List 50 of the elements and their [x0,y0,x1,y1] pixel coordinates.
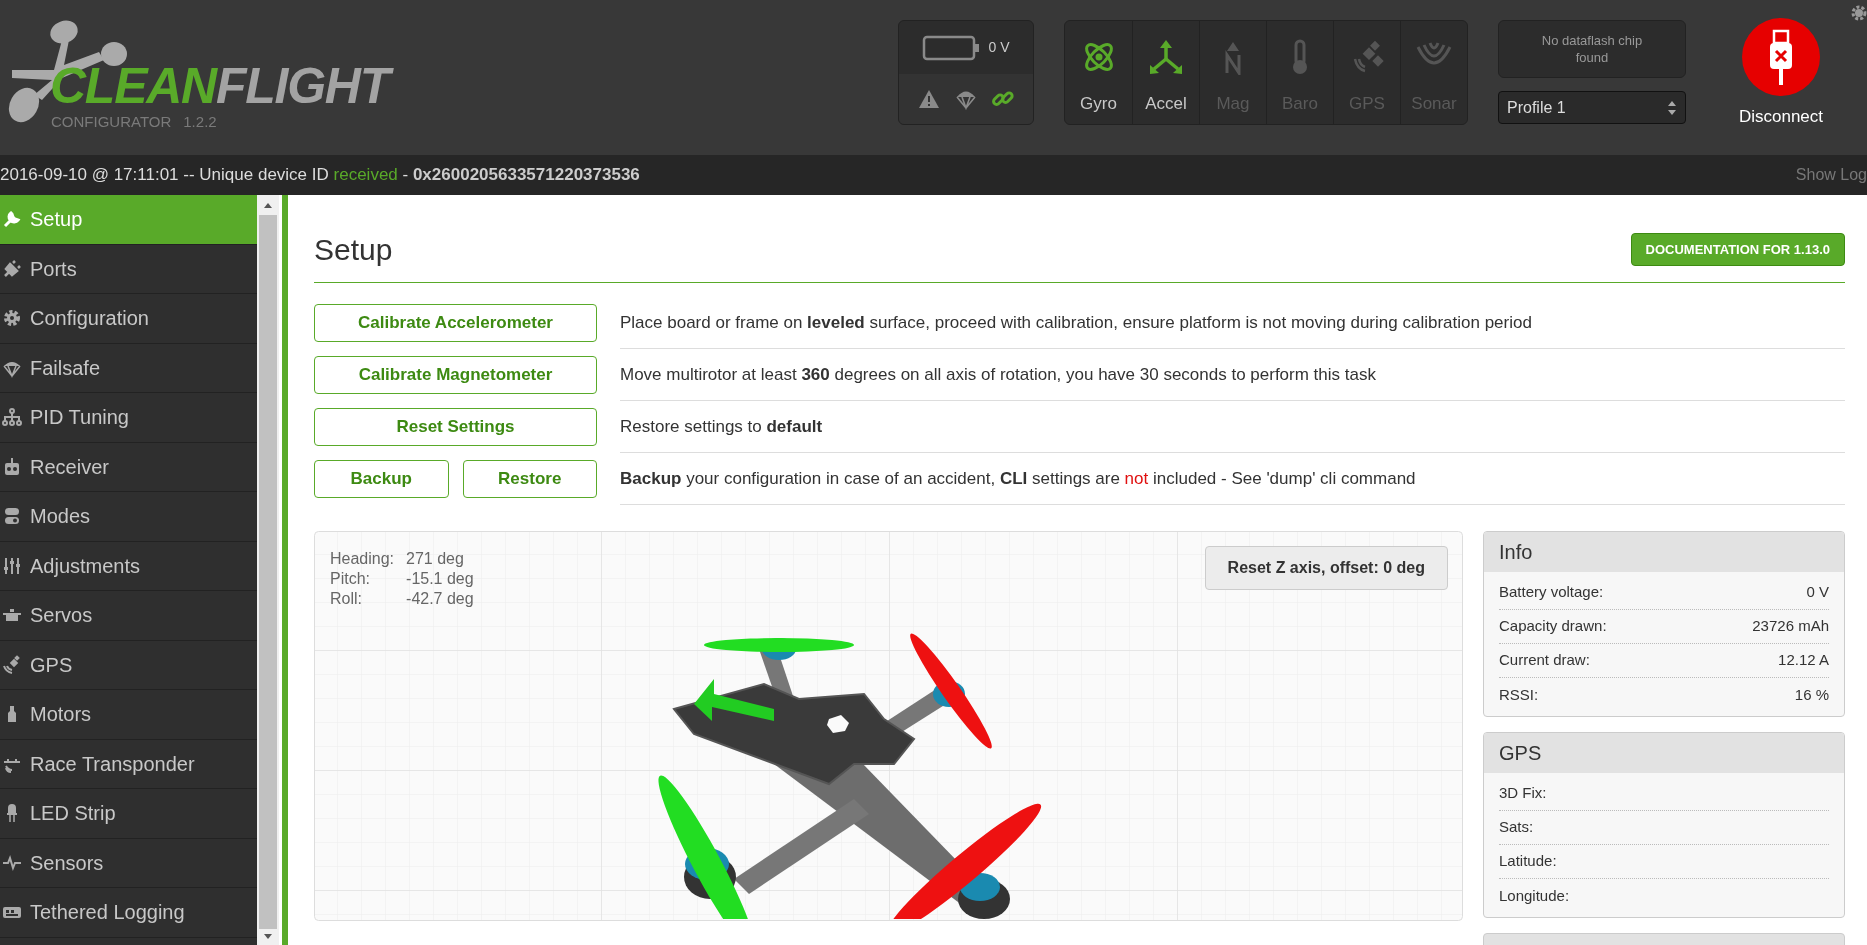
settings-icon [1851,5,1867,21]
action-button[interactable]: Calibrate Magnetometer [314,356,597,394]
info-value: 23726 mAh [1752,616,1829,637]
attitude-value: 271 deg [406,549,465,569]
up-down-caret-icon [1667,99,1677,116]
scroll-down-icon [263,933,273,941]
info-value: 16 % [1794,684,1829,705]
disconnect-button[interactable]: Disconnect [1726,18,1836,130]
reset-z-axis-button[interactable]: Reset Z axis, offset: 0 deg [1204,546,1448,590]
info-label: Capacity drawn: [1499,616,1607,637]
attitude-label: Roll: [330,589,363,609]
action-button[interactable]: Reset Settings [314,408,597,446]
info-label: Longitude: [1499,885,1570,906]
dataflash-status: No dataflash chip found [1498,20,1686,78]
info-label: 3D Fix: [1499,783,1547,804]
action-description: Place board or frame on leveled surface, proceed with calibration, ensure platform is not moving during calibration period [620,297,1845,349]
battery-icon [922,34,981,61]
info-label: RSSI: [1499,684,1539,705]
scroll-up-icon [263,201,273,209]
sliders-icon [2,555,22,576]
action-description: Restore settings to default [620,401,1845,453]
attitude-label: Heading: [330,549,395,569]
attitude-value: -15.1 deg [406,569,474,589]
panel-title: GPS [1484,733,1844,773]
profile-select[interactable]: Profile 1 [1498,91,1686,124]
attitude-label: Pitch: [330,569,371,589]
action-button[interactable]: Backup [314,460,449,498]
sensor-label: Gyro [1080,92,1117,115]
info-label: Sats: [1499,817,1534,838]
sensor-label: Accel [1145,92,1187,115]
info-value: 0 V [1806,582,1829,603]
action-button[interactable]: Restore [462,460,597,498]
hierarchy-icon [2,407,22,428]
action-button[interactable]: Calibrate Accelerometer [314,304,597,342]
sidebar-item[interactable]: Modes [0,492,257,542]
action-description: Backup your configuration in case of an accident, CLI settings are not included - See 'dump' cli command [620,453,1845,505]
scrollbar-thumb[interactable] [259,215,277,929]
info-value: 12.12 A [1778,650,1829,671]
action-description: Move multirotor at least 360 degrees on all axis of rotation, you have 30 seconds to perform this task [620,349,1845,401]
log-message: 2016-09-10 @ 17:11:01 -- Unique device ID received - 0x2600205633571220373536 [0,164,640,187]
info-label: Latitude: [1499,851,1557,872]
attitude-value: -42.7 deg [406,589,474,609]
sidebar-item[interactable]: Tethered Logging [0,888,257,938]
info-label: Battery voltage: [1499,582,1604,603]
battery-reading: 0 V [988,38,1010,57]
info-label: Current draw: [1499,650,1590,671]
page-title: Setup [314,232,393,268]
panel-title: Info [1484,532,1844,572]
plug-icon [2,258,22,279]
satellite-icon [2,654,22,675]
